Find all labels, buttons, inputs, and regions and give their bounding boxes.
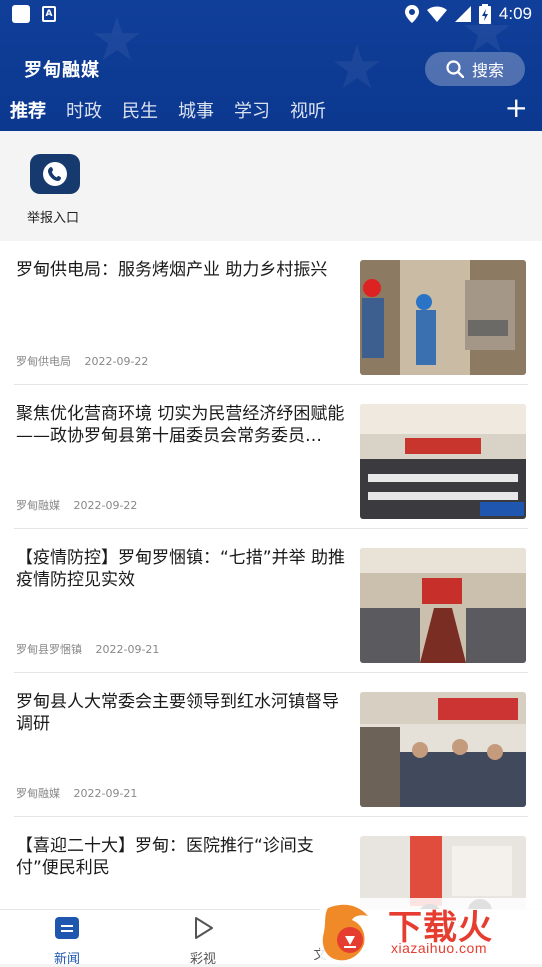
search-button[interactable]: 搜索 xyxy=(425,52,525,86)
nav-news-label: 新闻 xyxy=(53,952,80,967)
nav-video-label: 彩视 xyxy=(189,952,216,967)
news-date: 2022-09-21 xyxy=(73,787,138,800)
news-thumbnail[interactable] xyxy=(360,404,526,519)
news-meta: 罗甸融媒 2022-09-21 xyxy=(16,785,137,801)
news-meta: 罗甸供电局 2022-09-22 xyxy=(16,353,148,369)
news-date: 2022-09-22 xyxy=(84,355,149,368)
search-icon xyxy=(446,60,464,78)
report-entry-label[interactable]: 举报入口 xyxy=(27,207,79,226)
battery-icon xyxy=(478,4,491,24)
news-title[interactable]: 【疫情防控】罗甸罗悃镇：“七措”并举 助推疫情防控见实效 xyxy=(16,547,350,591)
quick-entry-area: 举报入口 xyxy=(0,131,542,241)
news-date: 2022-09-21 xyxy=(95,643,160,656)
channel-tabs: 推荐 时政 民生 城事 学习 视听 xyxy=(10,97,326,123)
news-item[interactable]: 【喜迎二十大】罗甸：医院推行“诊间支付”便民利民 xyxy=(0,817,542,909)
wifi-icon xyxy=(426,6,447,22)
news-meta: 罗甸融媒 2022-09-22 xyxy=(16,497,137,513)
tab-city[interactable]: 城事 xyxy=(178,97,214,123)
news-thumbnail[interactable] xyxy=(360,548,526,663)
news-item[interactable]: 【疫情防控】罗甸罗悃镇：“七措”并举 助推疫情防控见实效 罗甸县罗悃镇 2022… xyxy=(0,529,542,673)
clock: 4:09 xyxy=(498,4,532,23)
news-thumbnail[interactable] xyxy=(360,692,526,807)
news-meta: 罗甸县罗悃镇 2022-09-21 xyxy=(16,641,159,657)
news-item[interactable]: 聚焦优化营商环境 切实为民营经济纾困赋能——政协罗甸县第十届委员会常务委员… 罗… xyxy=(0,385,542,529)
news-source: 罗甸县罗悃镇 xyxy=(16,643,82,656)
news-icon xyxy=(55,917,79,939)
brand-title: 罗甸融媒 xyxy=(24,60,100,81)
news-title[interactable]: 聚焦优化营商环境 切实为民营经济纾困赋能——政协罗甸县第十届委员会常务委员… xyxy=(16,403,350,447)
report-phone-icon[interactable] xyxy=(30,154,80,194)
decorative-star: ★ xyxy=(330,33,384,103)
tab-recommend[interactable]: 推荐 xyxy=(10,97,46,123)
news-title[interactable]: 罗甸县人大常委会主要领导到红水河镇督导调研 xyxy=(16,691,350,735)
news-thumbnail[interactable] xyxy=(360,260,526,375)
tab-study[interactable]: 学习 xyxy=(234,97,270,123)
location-icon xyxy=(404,5,419,23)
tab-video[interactable]: 视听 xyxy=(290,97,326,123)
news-title[interactable]: 罗甸供电局：服务烤烟产业 助力乡村振兴 xyxy=(16,259,350,281)
signal-icon xyxy=(454,6,471,22)
add-channel-button[interactable]: + xyxy=(505,94,528,122)
news-list: 罗甸供电局：服务烤烟产业 助力乡村振兴 罗甸供电局 2022-09-22 聚焦优… xyxy=(0,241,542,909)
tab-politics[interactable]: 时政 xyxy=(66,97,102,123)
tab-livelihood[interactable]: 民生 xyxy=(122,97,158,123)
app-notification-icon: A xyxy=(42,6,56,22)
nav-video[interactable]: 彩视 xyxy=(173,916,233,967)
news-source: 罗甸融媒 xyxy=(16,499,60,512)
news-title[interactable]: 【喜迎二十大】罗甸：医院推行“诊间支付”便民利民 xyxy=(16,835,350,879)
notification-icon xyxy=(12,5,30,23)
play-icon xyxy=(195,917,213,939)
news-source: 罗甸融媒 xyxy=(16,787,60,800)
news-source: 罗甸供电局 xyxy=(16,355,71,368)
watermark-subtext: xiazaihuo.com xyxy=(391,940,487,956)
nav-news[interactable]: 新闻 xyxy=(37,916,97,967)
news-item[interactable]: 罗甸县人大常委会主要领导到红水河镇督导调研 罗甸融媒 2022-09-21 xyxy=(0,673,542,817)
news-date: 2022-09-22 xyxy=(73,499,138,512)
app-header: ★ ★ ★ A 4:09 罗甸融媒 搜索 推荐 时政 民生 城事 学习 视听 + xyxy=(0,0,542,131)
search-label: 搜索 xyxy=(471,61,504,80)
news-item[interactable]: 罗甸供电局：服务烤烟产业 助力乡村振兴 罗甸供电局 2022-09-22 xyxy=(0,241,542,385)
status-bar: A 4:09 xyxy=(0,0,542,30)
